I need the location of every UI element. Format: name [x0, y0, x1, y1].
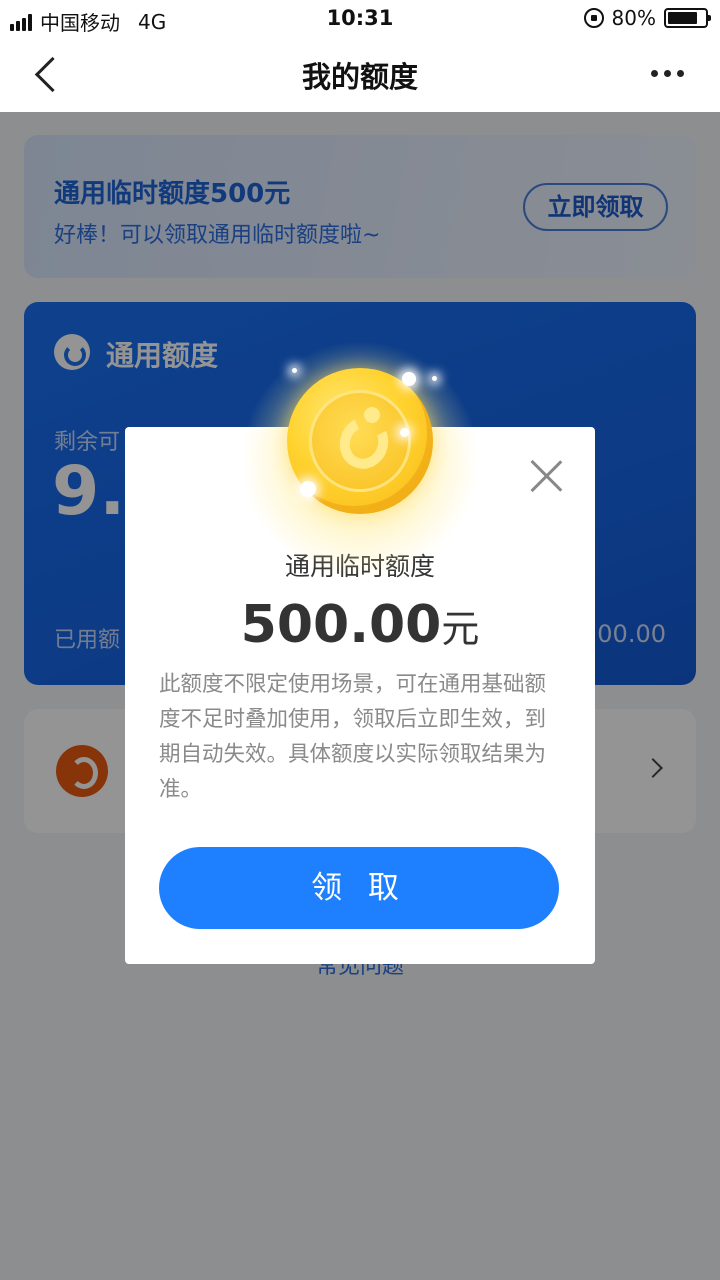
sparkle-icon [402, 372, 416, 386]
coin-symbol [332, 410, 396, 476]
nav-bar: 我的额度 [0, 36, 720, 112]
coin-inner [309, 390, 411, 492]
rotation-lock-icon [583, 8, 604, 28]
sparkle-icon [300, 481, 316, 497]
battery-fill [668, 12, 697, 24]
sparkle-icon [292, 368, 297, 373]
sparkle-icon [432, 376, 437, 381]
status-right: 80% [583, 6, 711, 30]
modal-amount-unit: 元 [441, 607, 480, 651]
coin-symbol-dot [364, 407, 380, 423]
battery-percent: 80% [611, 6, 656, 30]
battery-icon [664, 8, 711, 28]
status-bar: 中国移动 4G 10:31 80% [0, 0, 720, 36]
close-icon[interactable] [529, 459, 563, 493]
page-title: 我的额度 [301, 60, 418, 94]
modal-amount: 500.00 [240, 595, 442, 655]
sparkle-icon [400, 428, 409, 437]
claim-button[interactable]: 领 取 [159, 847, 559, 929]
modal-amount-line: 500.00元 [125, 595, 595, 655]
modal-description: 此额度不限定使用场景，可在通用基础额度不足时叠加使用，领取后立即生效，到期自动失… [159, 672, 547, 802]
more-options-icon[interactable] [651, 70, 684, 77]
